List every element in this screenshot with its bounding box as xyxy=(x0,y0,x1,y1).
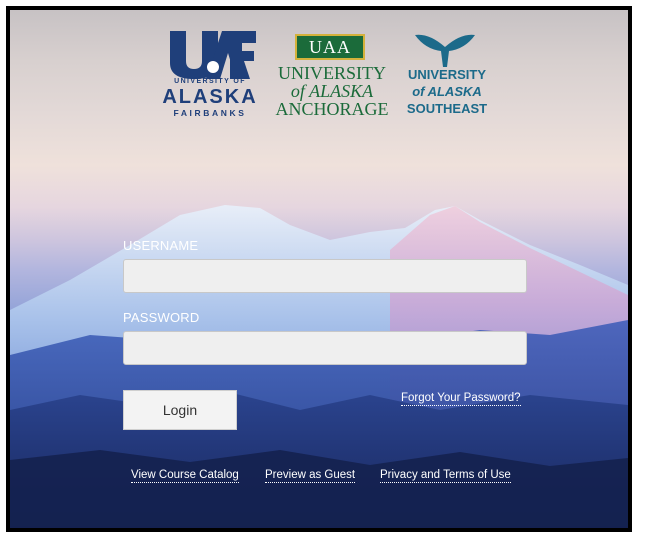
uas-line2: of ALASKA xyxy=(412,84,482,99)
uaa-line1: UNIVERSITY xyxy=(278,63,386,83)
uaa-line3: ANCHORAGE xyxy=(275,99,389,119)
uaa-badge: UAA xyxy=(295,34,365,60)
uaf-line2: ALASKA xyxy=(162,86,258,108)
login-frame: UNIVERSITY OF ALASKA FAIRBANKS UAA UNIVE… xyxy=(6,6,632,532)
username-input[interactable] xyxy=(123,259,527,293)
uaf-line1: UNIVERSITY OF xyxy=(174,78,246,85)
uas-line1: UNIVERSITY xyxy=(407,67,486,82)
preview-as-guest-link[interactable]: Preview as Guest xyxy=(265,468,356,483)
mountain-background: UNIVERSITY OF ALASKA FAIRBANKS UAA UNIVE… xyxy=(10,10,628,528)
uaf-line3: FAIRBANKS xyxy=(173,108,247,118)
password-label: PASSWORD xyxy=(123,310,200,325)
uaf-logo: UNIVERSITY OF ALASKA FAIRBANKS xyxy=(160,29,260,125)
login-button[interactable]: Login xyxy=(123,390,237,430)
uaa-line2: of ALASKA xyxy=(290,81,374,101)
whale-tail-icon xyxy=(415,34,475,67)
privacy-terms-link[interactable]: Privacy and Terms of Use xyxy=(380,468,511,483)
forgot-password-link[interactable]: Forgot Your Password? xyxy=(401,391,521,406)
uas-line3: SOUTHEAST xyxy=(406,101,488,116)
uaf-mark-icon xyxy=(170,31,256,79)
view-course-catalog-link[interactable]: View Course Catalog xyxy=(131,468,239,483)
username-label: USERNAME xyxy=(123,238,199,253)
password-input[interactable] xyxy=(123,331,527,365)
